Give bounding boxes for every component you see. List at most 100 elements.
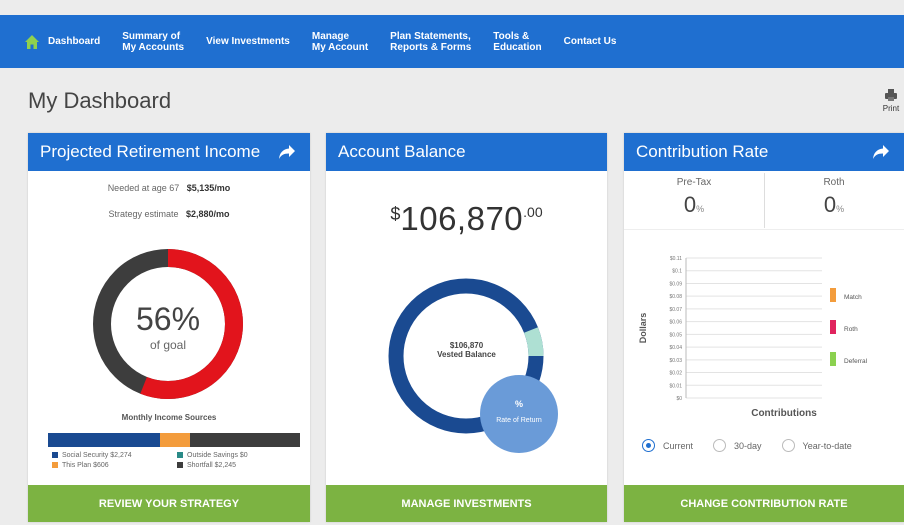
retirement-income-title: Projected Retirement Income xyxy=(40,142,261,161)
roth-label: Roth xyxy=(823,177,845,188)
needed-value: $5,135/mo xyxy=(186,183,231,193)
chart-legend-swatch xyxy=(830,288,836,302)
nav-tools-education[interactable]: Tools & Education xyxy=(493,31,541,53)
review-strategy-button[interactable]: REVIEW YOUR STRATEGY xyxy=(28,485,310,522)
print-button[interactable]: Print xyxy=(880,88,902,113)
radio-current-button[interactable] xyxy=(642,439,655,452)
goal-label: of goal xyxy=(149,338,187,352)
period-radio-group: Current 30-day Year-to-date xyxy=(642,439,872,452)
income-bar-segment xyxy=(48,433,160,447)
nav-dashboard[interactable]: Dashboard xyxy=(48,36,100,47)
contribution-rate-title: Contribution Rate xyxy=(636,142,769,161)
legend-social-security: Social Security $2,274 xyxy=(62,452,132,459)
chart-tick-label: $0.03 xyxy=(669,358,682,364)
retirement-income-card: Projected Retirement Income Needed at ag… xyxy=(28,133,310,522)
home-icon[interactable] xyxy=(24,34,40,50)
vested-center: $106,870 Vested Balance xyxy=(384,341,549,359)
print-label: Print xyxy=(882,104,900,113)
chart-tick-label: $0.05 xyxy=(669,332,682,338)
pretax-label: Pre-Tax xyxy=(676,177,712,188)
change-contribution-rate-button[interactable]: CHANGE CONTRIBUTION RATE xyxy=(624,485,904,522)
radio-30-day-label: 30-day xyxy=(734,440,762,451)
legend-this-plan: This Plan $606 xyxy=(62,462,109,469)
printer-icon xyxy=(885,89,897,101)
roth-unit: % xyxy=(836,204,845,214)
nav-manage-my-account[interactable]: Manage My Account xyxy=(312,31,368,53)
contributions-chart: $0.11 $0.1 $0.09 $0.08 $0.07 $0.06 $0.05 $0.04 $… xyxy=(638,256,868,419)
nav-summary-of-my-accounts[interactable]: Summary of My Accounts xyxy=(122,31,184,53)
share-arrow-icon[interactable] xyxy=(872,144,890,160)
income-bar-segment xyxy=(159,433,190,447)
account-balance-header[interactable]: Account Balance xyxy=(326,133,607,171)
chart-tick-label: $0.1 xyxy=(672,269,682,275)
legend-shortfall: Shortfall $2,245 xyxy=(187,462,237,469)
strategy-value: $2,880/mo xyxy=(186,209,230,219)
income-sources-bar xyxy=(48,433,300,447)
radio-current-label: Current xyxy=(663,440,694,451)
balance-amount: $106,870.00 xyxy=(326,200,607,238)
retirement-income-header[interactable]: Projected Retirement Income xyxy=(28,133,310,171)
nav-contact-us[interactable]: Contact Us xyxy=(564,36,617,47)
chart-y-axis-label: Dollars xyxy=(638,313,648,344)
nav-view-investments[interactable]: View Investments xyxy=(206,36,290,47)
vested-label: Vested Balance xyxy=(437,350,496,359)
legend-item: Shortfall $2,245 xyxy=(177,462,302,469)
strategy-label: Strategy estimate xyxy=(108,209,179,219)
page-title: My Dashboard xyxy=(28,88,172,113)
chart-tick-label: $0.02 xyxy=(669,371,682,377)
radio-ytd-button[interactable] xyxy=(781,439,795,452)
chart-tick-label: $0.01 xyxy=(669,383,682,389)
balance-dollar-sign: $ xyxy=(390,204,401,224)
roth-rate[interactable]: Roth 0% xyxy=(764,177,904,218)
chart-x-axis-label: Contributions xyxy=(751,408,817,419)
chart-legend-label: Deferral xyxy=(844,358,868,365)
radio-30-day[interactable]: 30-day xyxy=(713,439,762,452)
balance-main: 106,870 xyxy=(400,200,524,237)
legend-item: This Plan $606 xyxy=(52,462,177,469)
radio-30-day-button[interactable] xyxy=(713,439,727,452)
roth-value: 0 xyxy=(823,192,837,217)
strategy-row: Strategy estimate $2,880/mo xyxy=(28,209,310,219)
manage-investments-button[interactable]: MANAGE INVESTMENTS xyxy=(326,485,607,522)
account-balance-card: Account Balance $106,870.00 $106,870 Ves… xyxy=(326,133,607,522)
chart-tick-label: $0.06 xyxy=(669,320,682,326)
chart-tick-label: $0 xyxy=(676,396,682,402)
vested-amount: $106,870 xyxy=(449,341,484,350)
needed-label: Needed at age 67 xyxy=(107,183,180,193)
needed-row: Needed at age 67 $5,135/mo xyxy=(28,183,310,193)
chart-tick-label: $0.09 xyxy=(669,281,682,287)
chart-tick-label: $0.04 xyxy=(669,345,682,351)
balance-cents: .00 xyxy=(523,204,543,220)
goal-center: 56% of goal xyxy=(88,301,248,352)
sources-title: Monthly Income Sources xyxy=(121,413,217,422)
share-arrow-icon[interactable] xyxy=(278,144,296,160)
radio-ytd-label: Year-to-date xyxy=(802,440,852,451)
radio-current[interactable]: Current xyxy=(642,439,693,452)
top-nav: Dashboard Summary of My Accounts View In… xyxy=(0,15,904,68)
chart-legend-label: Match xyxy=(844,294,862,301)
chart-legend-swatch xyxy=(830,352,836,366)
account-balance-title: Account Balance xyxy=(338,142,466,161)
ror-value: % xyxy=(514,399,523,409)
chart-tick-label: $0.11 xyxy=(670,256,682,262)
pretax-value: 0 xyxy=(683,192,697,217)
pretax-rate[interactable]: Pre-Tax 0% xyxy=(624,177,764,218)
goal-percent: 56% xyxy=(135,301,201,337)
rate-of-return-bubble[interactable]: % Rate of Return xyxy=(480,375,558,453)
legend-item: Outside Savings $0 xyxy=(177,452,302,459)
pretax-unit: % xyxy=(696,204,705,214)
legend-item: Social Security $2,274 xyxy=(52,452,177,459)
rate-hline xyxy=(624,229,904,230)
radio-year-to-date[interactable]: Year-to-date xyxy=(781,439,852,452)
nav-plan-statements[interactable]: Plan Statements, Reports & Forms xyxy=(390,31,471,53)
chart-legend-label: Roth xyxy=(844,326,858,333)
legend-outside-savings: Outside Savings $0 xyxy=(187,452,248,459)
chart-tick-label: $0.07 xyxy=(669,307,682,313)
ror-label: Rate of Return xyxy=(496,417,542,424)
chart-tick-label: $0.08 xyxy=(669,294,682,300)
contribution-rate-header[interactable]: Contribution Rate xyxy=(624,133,904,171)
income-sources-legend: Social Security $2,274 Outside Savings $… xyxy=(52,452,302,469)
income-bar-segment xyxy=(189,433,300,447)
contribution-rate-card: Contribution Rate Pre-Tax 0% Roth 0% $0.… xyxy=(624,133,904,522)
chart-legend-swatch xyxy=(830,320,836,334)
